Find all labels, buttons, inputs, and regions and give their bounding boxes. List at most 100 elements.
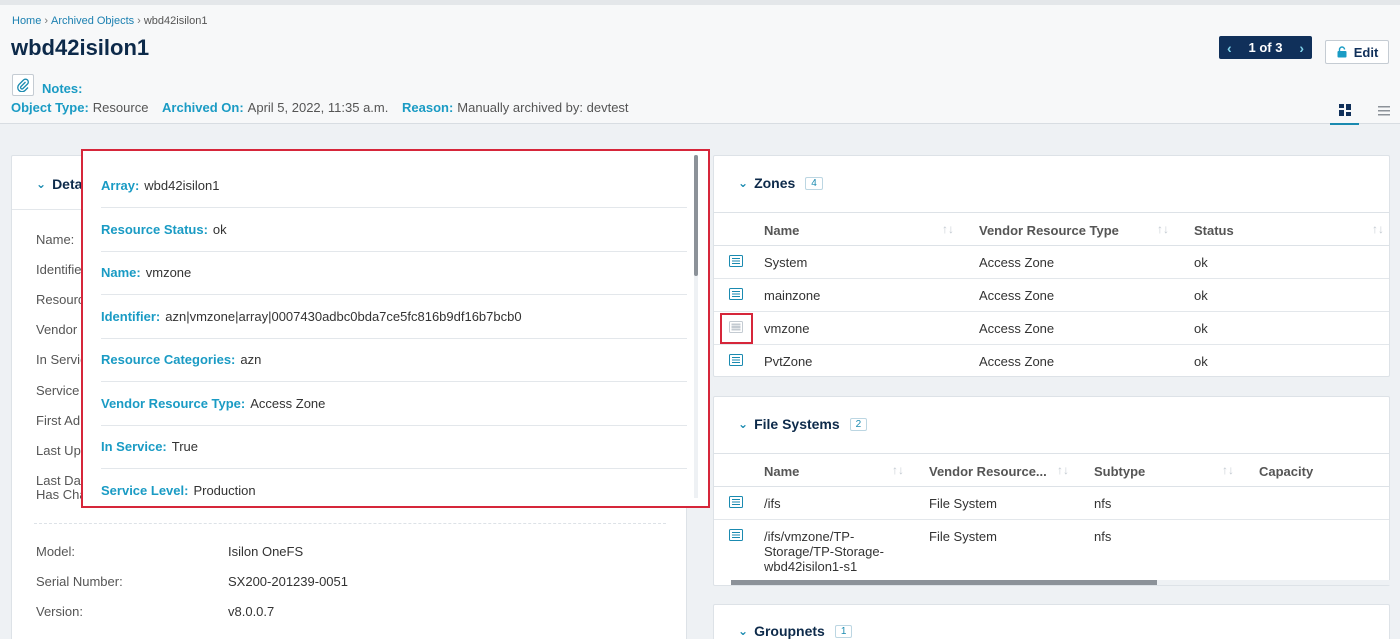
column-header-name[interactable]: Name [764, 223, 799, 238]
details-field-label: Service [36, 383, 80, 398]
zone-vendor-type: Access Zone [979, 288, 1055, 303]
grid-view-icon [1338, 104, 1351, 116]
column-header-vendor-resource[interactable]: Vendor Resource... [929, 464, 1047, 479]
edit-button[interactable]: Edit [1325, 40, 1389, 64]
details-field-label: Name: [36, 232, 75, 247]
file-system-subtype: nfs [1094, 496, 1112, 511]
record-pager: ‹ 1 of 3 › [1219, 36, 1312, 59]
table-row[interactable]: /ifs/vmzone/TP- Storage/TP-Storage-wbd42i… [714, 520, 1389, 580]
popup-field-label: In Service: [101, 439, 167, 454]
archived-on-value: April 5, 2022, 11:35 a.m. [247, 100, 389, 115]
column-header-capacity[interactable]: Capacity [1259, 464, 1313, 479]
sort-icon[interactable]: ↑↓ [942, 222, 954, 236]
zone-status: ok [1194, 321, 1208, 336]
zone-status: ok [1194, 255, 1208, 270]
list-view-icon [1377, 106, 1390, 116]
prev-record-icon[interactable]: ‹ [1227, 40, 1232, 56]
popup-field: Identifier: azn|vmzone|array|0007430adbc0… [101, 295, 687, 339]
row-detail-icon[interactable] [729, 321, 743, 333]
details-field-label: Resourc [36, 292, 85, 307]
breadcrumb-home[interactable]: Home [12, 15, 41, 27]
details-row-value: SX200-201239-0051 [228, 574, 348, 589]
file-systems-count-badge: 2 [849, 417, 868, 431]
popup-field-value: wbd42isilon1 [144, 178, 220, 193]
popup-field: Vendor Resource Type: Access Zone [101, 382, 687, 426]
row-detail-icon[interactable] [729, 496, 743, 508]
chevron-down-icon: ⌄ [738, 417, 749, 431]
popup-field-value: azn|vmzone|array|0007430adbc0bda7ce5fc81… [165, 308, 522, 324]
sort-icon[interactable]: ↑↓ [1222, 463, 1234, 477]
popup-field-label: Resource Status: [101, 221, 208, 237]
popup-field-label: Identifier: [101, 308, 161, 324]
table-row[interactable]: System Access Zone ok [714, 246, 1389, 279]
file-systems-card-title[interactable]: ⌄ File Systems 2 [738, 416, 868, 432]
page-title: wbd42isilon1 [11, 35, 150, 60]
scrollbar-thumb[interactable] [731, 580, 1157, 585]
row-detail-icon[interactable] [729, 529, 743, 541]
popup-field: Service Level: Production [101, 469, 687, 507]
table-row[interactable]: mainzone Access Zone ok [714, 279, 1389, 312]
table-row[interactable]: PvtZone Access Zone ok [714, 345, 1389, 378]
pager-label: 1 of 3 [1248, 40, 1283, 55]
groupnets-card: ⌄ Groupnets 1 [713, 604, 1390, 639]
groupnets-card-title[interactable]: ⌄ Groupnets 1 [738, 623, 853, 639]
column-header-subtype[interactable]: Subtype [1094, 464, 1145, 479]
popup-field-label: Service Level: [101, 483, 189, 498]
details-field-label: Last Upc [36, 443, 88, 458]
details-field-label: Has Cha [36, 487, 87, 502]
chevron-down-icon: ⌄ [738, 176, 749, 190]
paperclip-icon [17, 78, 29, 92]
column-header-vendor-resource-type[interactable]: Vendor Resource Type [979, 223, 1119, 238]
breadcrumb-archived-objects[interactable]: Archived Objects [51, 15, 134, 27]
sort-icon[interactable]: ↑↓ [892, 463, 904, 477]
details-row-label: Serial Number: [36, 574, 123, 589]
sort-icon[interactable]: ↑↓ [1057, 463, 1069, 477]
zones-card-title[interactable]: ⌄ Zones 4 [738, 175, 823, 191]
zone-vendor-type: Access Zone [979, 321, 1055, 336]
popup-field-value: True [171, 439, 199, 454]
reason-value: Manually archived by: devtest [457, 100, 629, 115]
column-header-status[interactable]: Status [1194, 223, 1234, 238]
table-row[interactable]: vmzone Access Zone ok [714, 312, 1389, 345]
notes-row: Notes: [12, 73, 82, 96]
popup-scrollbar-thumb[interactable] [694, 155, 698, 276]
details-row-value: Isilon OneFS [228, 544, 304, 559]
view-toggle [1330, 97, 1398, 125]
zone-name: System [764, 255, 808, 270]
row-detail-icon[interactable] [729, 288, 743, 300]
zone-status: ok [1194, 288, 1208, 303]
sort-icon[interactable]: ↑↓ [1157, 222, 1169, 236]
details-field-label: First Ad [36, 413, 81, 428]
file-system-name: /ifs/vmzone/TP- Storage/TP-Storage-wbd42i… [764, 529, 884, 574]
details-row-label: Version: [36, 604, 83, 619]
object-type-label: Object Type: [11, 100, 89, 115]
next-record-icon[interactable]: › [1299, 40, 1304, 56]
list-view-button[interactable] [1369, 97, 1398, 125]
details-row-value: v8.0.0.7 [228, 604, 275, 619]
object-type-value: Resource [92, 100, 149, 115]
file-systems-horizontal-scrollbar[interactable] [731, 580, 1391, 585]
zone-detail-popup: Array: wbd42isilon1 Resource Status: ok Name… [81, 149, 710, 508]
row-detail-icon[interactable] [729, 354, 743, 366]
zones-card: ⌄ Zones 4 Name ↑↓ Vendor Resource Type ↑… [713, 155, 1390, 377]
row-detail-icon[interactable] [729, 255, 743, 267]
table-row[interactable]: /ifs File System nfs [714, 487, 1389, 520]
file-systems-table-header: Name ↑↓ Vendor Resource... ↑↓ Subtype ↑↓… [714, 453, 1389, 487]
details-row-label: Model: [36, 544, 76, 559]
popup-field-value: vmzone [145, 265, 192, 280]
popup-field-label: Array: [101, 178, 140, 193]
zones-count-badge: 4 [805, 176, 823, 190]
attachment-button[interactable] [12, 73, 34, 96]
details-card-title[interactable]: ⌄ Deta [36, 176, 82, 192]
zone-vendor-type: Access Zone [979, 255, 1055, 270]
groupnets-count-badge: 1 [834, 624, 853, 638]
notes-label: Notes: [42, 81, 83, 96]
file-systems-card: ⌄ File Systems 2 Name ↑↓ Vendor Resource… [713, 396, 1391, 586]
popup-field-label: Name: [101, 265, 141, 280]
popup-field: Name: vmzone [101, 251, 687, 295]
zone-name: mainzone [764, 288, 821, 303]
file-system-name: /ifs [764, 496, 781, 511]
column-header-name[interactable]: Name [764, 464, 799, 479]
sort-icon[interactable]: ↑↓ [1372, 222, 1384, 236]
grid-view-button[interactable] [1330, 97, 1359, 125]
